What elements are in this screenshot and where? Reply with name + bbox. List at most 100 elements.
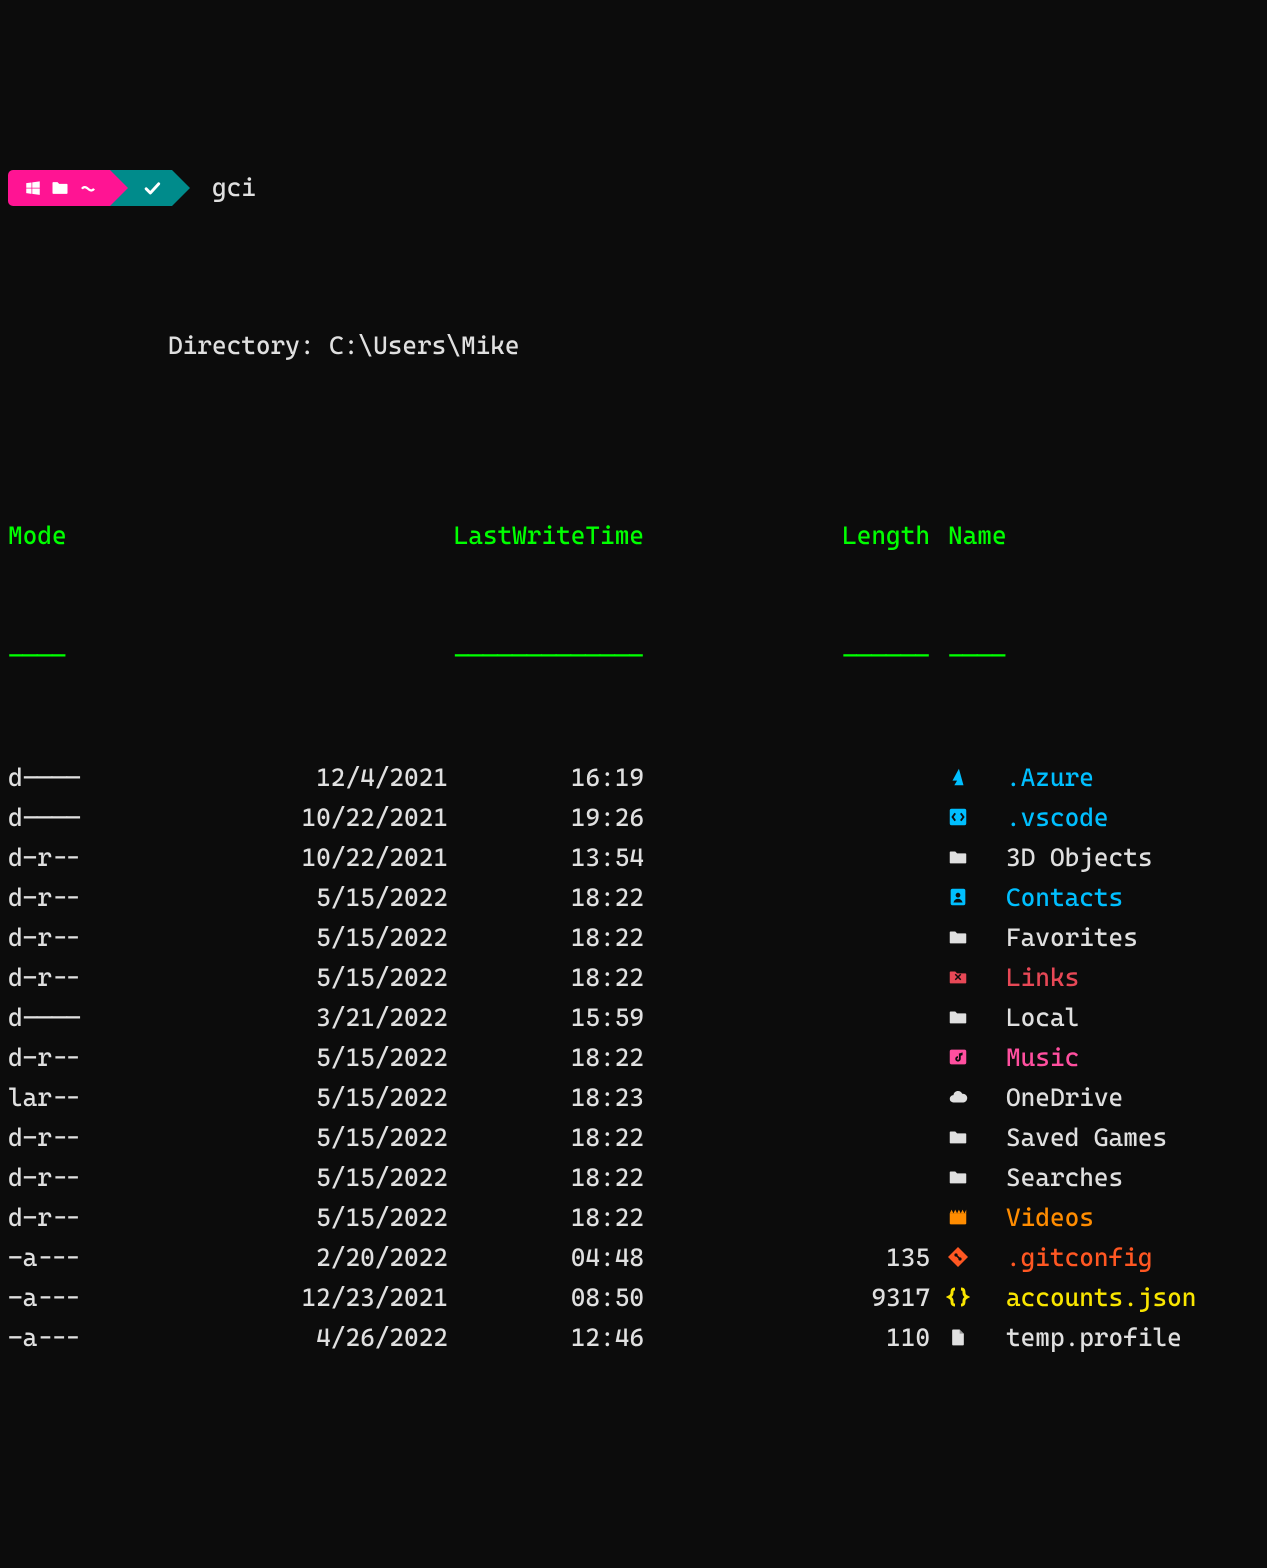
table-row: d-r--5/15/202218:22Contacts [8,878,1259,918]
table-row: d-r--5/15/202218:22Music [8,1038,1259,1078]
cell-name: temp.profile [986,1318,1182,1358]
table-row: d----10/22/202119:26 .vscode [8,798,1259,838]
table-header-underline: ---- ------------- ------ ---- [8,636,1259,676]
cell-name: accounts.json [986,1278,1196,1318]
folder-icon [930,998,986,1038]
cell-name: Videos [986,1198,1094,1238]
cell-time: 18:23 [448,1078,644,1118]
tilde-icon [78,179,98,197]
cell-time: 18:22 [448,1038,644,1078]
cell-length: 9317 [644,1278,930,1318]
cell-mode: d-r-- [8,958,102,998]
cell-time: 12:46 [448,1318,644,1358]
cell-name: .Azure [986,758,1094,798]
cell-time: 13:54 [448,838,644,878]
cell-mode: -a--- [8,1278,102,1318]
cell-time: 18:22 [448,1198,644,1238]
cell-date: 5/15/2022 [102,1198,448,1238]
vscode-icon [930,798,986,838]
cell-length: 135 [644,1238,930,1278]
table-row: d-r--5/15/202218:22Links [8,958,1259,998]
cell-mode: d-r-- [8,878,102,918]
cell-name: OneDrive [986,1078,1123,1118]
cell-date: 10/22/2021 [102,838,448,878]
cell-date: 5/15/2022 [102,918,448,958]
cell-name: Favorites [986,918,1138,958]
cell-date: 12/4/2021 [102,758,448,798]
cell-date: 12/23/2021 [102,1278,448,1318]
cell-date: 10/22/2021 [102,798,448,838]
table-row: d-r--5/15/202218:22 Videos [8,1198,1259,1238]
cell-length: 110 [644,1318,930,1358]
table-row: d----3/21/202215:59Local [8,998,1259,1038]
contacts-icon [930,878,986,918]
cell-time: 19:26 [448,798,644,838]
music-icon [930,1038,986,1078]
command-text: gci [212,168,256,208]
cell-time: 18:22 [448,1118,644,1158]
header-name: Name [930,516,1007,556]
table-header: Mode LastWriteTime Length Name [8,516,1259,556]
cell-name: Searches [986,1158,1123,1198]
cell-date: 4/26/2022 [102,1318,448,1358]
header-mode: Mode [8,516,102,556]
cell-name: Local [986,998,1079,1038]
cell-time: 16:19 [448,758,644,798]
directory-line: Directory: C:\Users\Mike [8,326,1259,366]
cell-length [644,1078,930,1118]
cell-mode: d-r-- [8,1198,102,1238]
cell-time: 08:50 [448,1278,644,1318]
check-icon [142,178,162,198]
azure-icon [930,758,986,798]
cell-time: 04:48 [448,1238,644,1278]
prompt-line[interactable]: gci [8,170,1259,206]
table-row: -a---2/20/202204:48135.gitconfig [8,1238,1259,1278]
cell-name: 3D Objects [986,838,1152,878]
cell-length [644,1198,930,1238]
cell-name: .vscode [986,798,1109,838]
cell-mode: -a--- [8,1318,102,1358]
cell-length [644,1158,930,1198]
table-row: -a---12/23/202108:509317 accounts.json [8,1278,1259,1318]
folder-icon [930,838,986,878]
links-icon [930,958,986,998]
cell-length [644,1118,930,1158]
cell-mode: d-r-- [8,1038,102,1078]
cell-name: Music [986,1038,1079,1078]
table-row: d-r--5/15/202218:22Searches [8,1158,1259,1198]
cell-name: Contacts [986,878,1123,918]
table-row: d-r--5/15/202218:22 Saved Games [8,1118,1259,1158]
cell-date: 3/21/2022 [102,998,448,1038]
dash-lwt: ------------- [102,636,644,676]
prompt-arrow-2 [172,170,190,206]
dash-length: ------ [644,636,930,676]
prompt-segment-context [8,170,110,206]
cell-length [644,798,930,838]
cell-time: 18:22 [448,918,644,958]
cell-name: Saved Games [986,1118,1167,1158]
cell-mode: d-r-- [8,838,102,878]
windows-icon [24,179,42,197]
cell-name: .gitconfig [986,1238,1152,1278]
cell-date: 5/15/2022 [102,1078,448,1118]
folder-icon [50,178,70,198]
prompt-arrow-1 [110,170,128,206]
cell-time: 18:22 [448,1158,644,1198]
cell-date: 5/15/2022 [102,1118,448,1158]
cell-mode: d---- [8,798,102,838]
json-icon [930,1278,986,1318]
cell-mode: d---- [8,998,102,1038]
cell-date: 2/20/2022 [102,1238,448,1278]
git-icon [930,1238,986,1278]
cell-mode: d-r-- [8,1158,102,1198]
cell-length [644,838,930,878]
cell-mode: d---- [8,758,102,798]
cell-mode: d-r-- [8,1118,102,1158]
cell-mode: lar-- [8,1078,102,1118]
cell-length [644,958,930,998]
folder-icon [930,918,986,958]
cell-length [644,1038,930,1078]
cell-length [644,878,930,918]
header-length: Length [644,516,930,556]
table-row: d-r--5/15/202218:22Favorites [8,918,1259,958]
